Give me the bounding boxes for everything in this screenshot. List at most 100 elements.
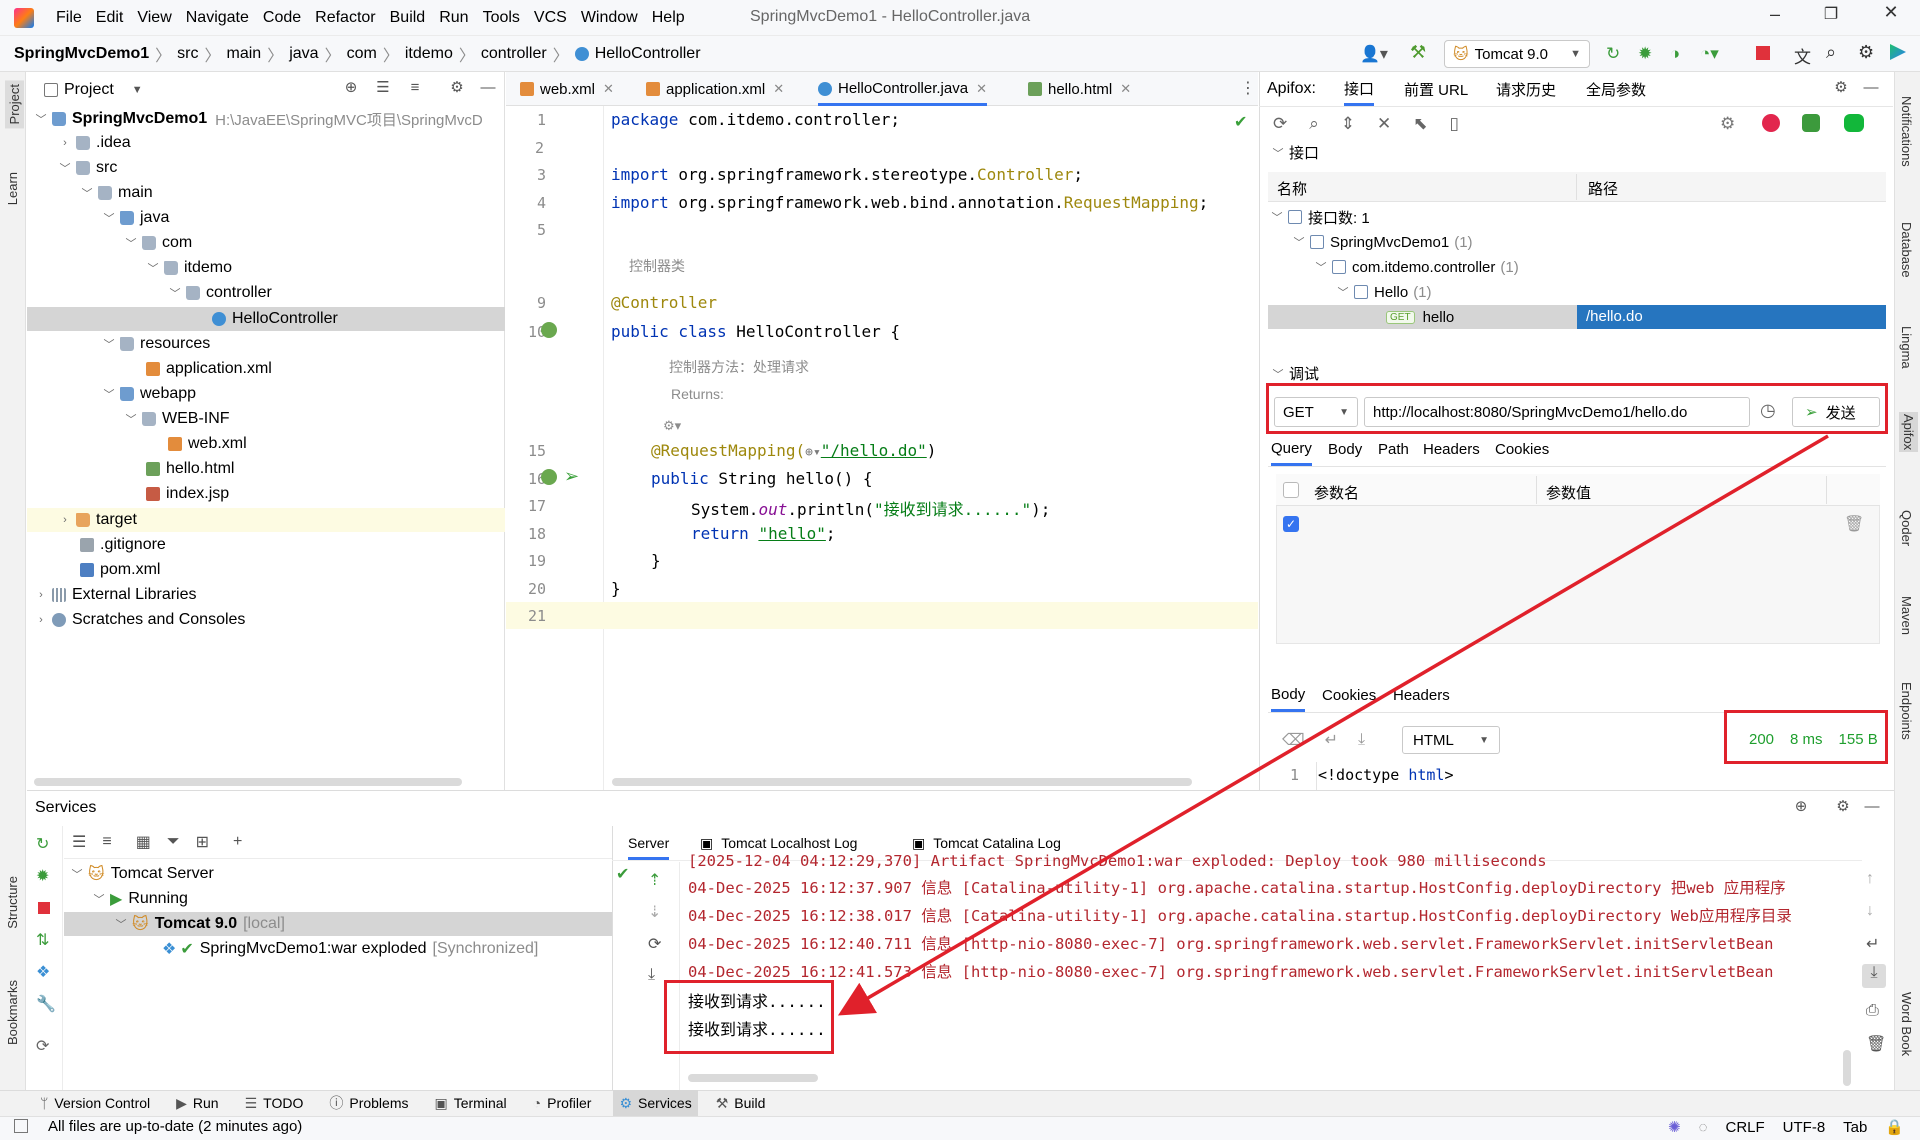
gear-icon[interactable]: ⚙	[1835, 799, 1851, 815]
service-tab-server[interactable]: Server	[628, 828, 670, 860]
tool-window-maven[interactable]: Maven	[1899, 596, 1914, 635]
bottom-tab-profiler[interactable]: ◔ Profiler	[533, 1095, 592, 1111]
search-icon[interactable]: ⌕	[1309, 114, 1319, 134]
tool-window-project[interactable]: Project	[5, 80, 24, 129]
up-icon[interactable]: ↑	[1866, 870, 1874, 888]
debug-icon[interactable]: ✹	[1638, 44, 1652, 64]
settings-gear-icon[interactable]: ⚙	[1858, 42, 1874, 63]
clear-response-icon[interactable]: ⌫	[1282, 730, 1305, 750]
add-service-icon[interactable]: ⊕	[1793, 799, 1809, 815]
req-tab-body[interactable]: Body	[1328, 434, 1362, 464]
group-icon[interactable]: ▦	[136, 832, 151, 852]
update-icon[interactable]: ❖	[36, 962, 50, 982]
tree-item-com[interactable]: ﹀ com	[124, 231, 193, 255]
filter-icon[interactable]: ⏷	[167, 833, 180, 851]
bottom-tab-terminal[interactable]: ▣ Terminal	[435, 1095, 507, 1112]
req-tab-cookies[interactable]: Cookies	[1495, 434, 1549, 464]
apifox-brand-icon[interactable]	[1762, 114, 1780, 132]
collapse-all-icon[interactable]: ≡	[407, 80, 423, 96]
lock-icon[interactable]: 🔒	[1885, 1118, 1904, 1136]
rerun-icon[interactable]: ↻	[36, 834, 49, 854]
plugin-icon[interactable]	[1802, 114, 1820, 132]
menu-build[interactable]: Build	[390, 9, 426, 27]
close-icon[interactable]: ✕	[773, 81, 784, 97]
maximize-button[interactable]: ❐	[1816, 4, 1846, 30]
tree-item-itdemo[interactable]: ﹀ itdemo	[146, 256, 233, 280]
debug-icon[interactable]: ✹	[36, 866, 49, 886]
scroll-to-end-icon[interactable]: ⤓	[1862, 964, 1886, 988]
refresh-icon[interactable]: ⟳	[1273, 114, 1287, 134]
apifox-tab-api[interactable]: 接口	[1344, 74, 1375, 106]
apifox-tab-history[interactable]: 请求历史	[1496, 74, 1556, 104]
menu-run[interactable]: Run	[439, 9, 468, 27]
tool-window-qoder[interactable]: Qoder	[1899, 510, 1914, 546]
tool-window-learn[interactable]: Learn	[5, 172, 20, 205]
send-request-gutter-icon[interactable]: ➢	[564, 466, 579, 487]
debug-section-header[interactable]: ﹀ 调试	[1271, 363, 1320, 384]
resp-tab-headers[interactable]: Headers	[1393, 680, 1450, 710]
hide-panel-icon[interactable]: —	[1864, 799, 1880, 815]
bottom-tab-build[interactable]: ⚒ Build	[716, 1095, 766, 1112]
tree-root[interactable]: ﹀ SpringMvcDemo1 H:\JavaEE\SpringMVC项目\Spr…	[34, 107, 483, 131]
console-horizontal-scrollbar[interactable]	[688, 1074, 818, 1082]
response-format-select[interactable]: HTML ▼	[1402, 726, 1500, 754]
tree-item-scratches[interactable]: › Scratches and Consoles	[34, 608, 245, 632]
tree-item-target[interactable]: › target	[58, 508, 137, 532]
console-vertical-scrollbar[interactable]	[1843, 1050, 1851, 1086]
tool-window-database[interactable]: Database	[1899, 222, 1914, 278]
minimize-button[interactable]: –	[1760, 4, 1790, 30]
close-icon[interactable]: ✕	[976, 81, 987, 97]
api-tree-count[interactable]: ﹀ 接口数: 1	[1270, 205, 1370, 229]
stop-icon[interactable]	[38, 902, 50, 914]
download-icon[interactable]: ⤓	[648, 966, 655, 984]
refresh-icon[interactable]: ⟳	[648, 934, 661, 954]
restart-icon[interactable]: ⟳	[36, 1036, 49, 1056]
breadcrumb-src[interactable]: src	[177, 45, 198, 63]
bottom-tab-problems[interactable]: ⓘ Problems	[329, 1093, 408, 1113]
file-encoding[interactable]: UTF-8	[1783, 1119, 1826, 1136]
service-tomcat-server[interactable]: ﹀ 🐱 Tomcat Server	[70, 862, 214, 886]
settings-icon[interactable]: ⚙	[1720, 114, 1735, 134]
scroll-up-icon[interactable]: ⇡	[648, 870, 661, 890]
api-tree-hello[interactable]: GET hello	[1386, 305, 1454, 329]
project-panel-title[interactable]: Project	[64, 81, 114, 99]
breadcrumb-project[interactable]: SpringMvcDemo1	[14, 45, 149, 63]
tool-window-apifox[interactable]: Apifox	[1899, 412, 1918, 453]
tree-item-web-inf[interactable]: ﹀ WEB-INF	[124, 407, 230, 431]
down-icon[interactable]: ↓	[1866, 902, 1874, 920]
app-logo-icon[interactable]	[14, 8, 34, 28]
new-tab-icon[interactable]: ⊞	[196, 832, 209, 852]
chevron-down-icon[interactable]: ▼	[132, 84, 143, 96]
tree-item-external-libraries[interactable]: › External Libraries	[34, 583, 196, 607]
tree-item-gitignore[interactable]: .gitignore	[80, 533, 166, 557]
wrench-icon[interactable]: 🔧	[36, 994, 56, 1014]
spring-mapping-gutter-icon[interactable]	[541, 469, 557, 485]
tree-item-application-xml[interactable]: application.xml	[146, 357, 272, 381]
split-view-icon[interactable]: ▯	[1450, 114, 1459, 134]
menu-file[interactable]: File	[56, 9, 82, 27]
param-value-input[interactable]	[1540, 510, 1824, 538]
editor-horizontal-scrollbar[interactable]	[612, 778, 1192, 786]
bottom-tab-run[interactable]: ▶ Run	[176, 1095, 218, 1112]
gear-icon[interactable]: ⚙	[449, 80, 465, 96]
bottom-tab-services[interactable]: ⚙ Services	[613, 1090, 698, 1116]
project-horizontal-scrollbar[interactable]	[34, 778, 462, 786]
tab-application-xml[interactable]: application.xml ✕	[646, 74, 784, 104]
tree-item-webapp[interactable]: ﹀ webapp	[102, 382, 197, 406]
hide-panel-icon[interactable]: —	[480, 80, 496, 96]
status-message[interactable]: All files are up-to-date (2 minutes ago)	[48, 1118, 302, 1135]
run-config-selector[interactable]: 🐱 Tomcat 9.0 ▼	[1444, 40, 1590, 68]
tool-window-lingma[interactable]: Lingma	[1899, 326, 1914, 369]
download-icon[interactable]: ⤓	[1358, 731, 1365, 749]
resp-tab-body[interactable]: Body	[1271, 680, 1306, 712]
api-section-header[interactable]: ﹀ 接口	[1271, 142, 1320, 163]
tool-window-notifications[interactable]: Notifications	[1899, 96, 1914, 167]
expand-all-icon[interactable]: ☰	[375, 80, 391, 96]
locate-icon[interactable]: ⊕	[343, 80, 359, 96]
tree-item-hello-html[interactable]: hello.html	[146, 457, 234, 481]
delete-trash-icon[interactable]: 🗑	[1866, 1034, 1886, 1054]
user-icon[interactable]: 👤▾	[1360, 44, 1388, 64]
translate-icon[interactable]: 文	[1794, 43, 1811, 68]
scroll-down-icon[interactable]: ⇣	[648, 902, 661, 922]
tree-item-java[interactable]: ﹀ java	[102, 206, 170, 230]
